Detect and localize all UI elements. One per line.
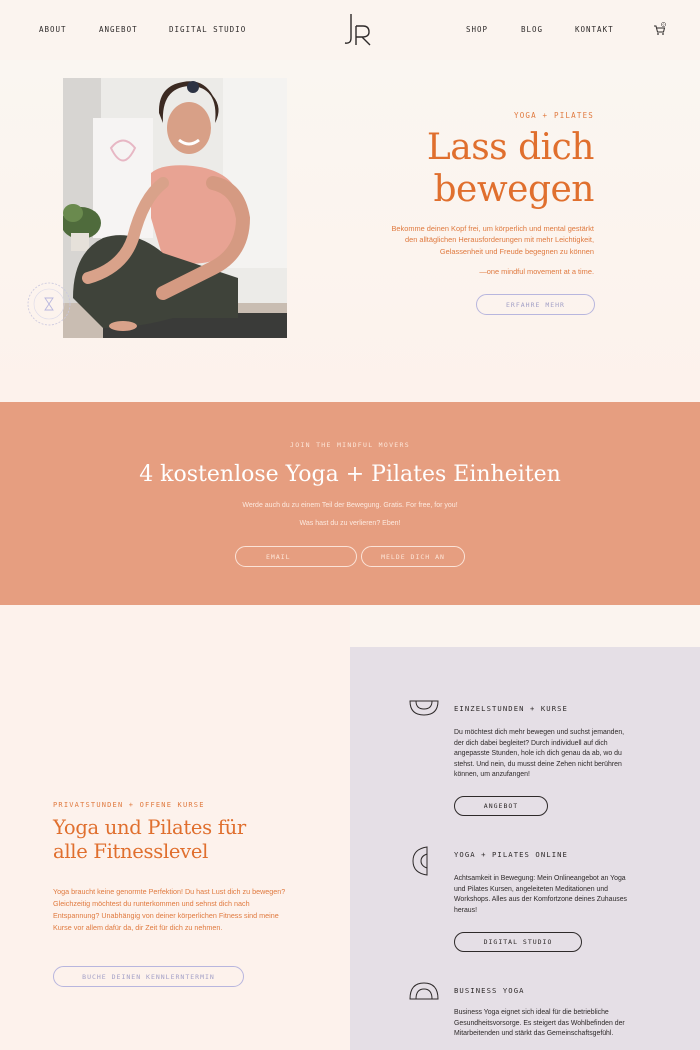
hero-eyebrow: YOGA + PILATES — [513, 111, 594, 120]
intro-text: Yoga braucht keine genormte Perfektion! … — [53, 887, 286, 932]
digital-studio-button[interactable]: DIGITAL STUDIO — [454, 932, 582, 952]
logo[interactable] — [342, 12, 374, 48]
hero-text-line3: Gelassenheit und Freude begegnen zu könn… — [439, 246, 594, 256]
nav-kontakt[interactable]: KONTAKT — [575, 25, 614, 34]
nav-blog[interactable]: BLOG — [521, 25, 543, 34]
book-intro-button[interactable]: BUCHE DEINEN KENNLERNTERMIN — [53, 966, 244, 987]
nav-about[interactable]: ABOUT — [39, 25, 67, 34]
hero-quote: —one mindful movement at a time. — [479, 267, 594, 276]
intro-title-line1: Yoga und Pilates für — [53, 816, 246, 839]
badge-seal-icon — [27, 282, 71, 326]
service-title-2: YOGA + PILATES ONLINE — [454, 850, 568, 859]
hero-title: Lass dich bewegen — [426, 127, 595, 211]
angebot-button[interactable]: ANGEBOT — [454, 796, 548, 816]
hero-text-line1: Bekomme deinen Kopf frei, um körperlich … — [391, 224, 594, 233]
band-title: 4 kostenlose Yoga + Pilates Einheiten — [139, 462, 561, 487]
service-text-2: Achtsamkeit in Bewegung: Mein Onlineange… — [454, 875, 627, 914]
cart-count: 0 — [663, 23, 665, 27]
intro-eyebrow: PRIVATSTUNDEN + OFFENE KURSE — [53, 801, 205, 809]
half-moon-icon — [412, 846, 428, 876]
hero-description: Bekomme deinen Kopf frei, um körperlich … — [344, 223, 594, 257]
half-bowl-icon — [409, 700, 439, 716]
service-title-1: EINZELSTUNDEN + KURSE — [454, 704, 568, 713]
intro-title: Yoga und Pilates für alle Fitnesslevel — [53, 816, 293, 864]
hero-text-line2: den alltäglichen Herausforderungen mit m… — [405, 235, 594, 245]
nav-shop[interactable]: SHOP — [466, 25, 488, 34]
top-navigation: ABOUT ANGEBOT DIGITAL STUDIO SHOP BLOG K… — [0, 0, 700, 60]
hero-title-line1: Lass dich — [426, 127, 595, 168]
band-subtitle: Werde auch du zu einem Teil der Bewegung… — [242, 502, 458, 509]
hero-photo — [63, 78, 287, 338]
band-subtitle-2: Was hast du zu verlieren? Eben! — [299, 520, 401, 527]
woman-photo-illustration — [63, 78, 287, 338]
signup-button[interactable]: MELDE DICH AN — [361, 546, 465, 567]
nav-digital-studio[interactable]: DIGITAL STUDIO — [169, 25, 246, 34]
cart-icon[interactable]: 0 — [653, 22, 667, 36]
service-text-3: Business Yoga eignet sich ideal für die … — [454, 1009, 625, 1037]
nav-angebot[interactable]: ANGEBOT — [99, 25, 138, 34]
hero-title-line2: bewegen — [433, 169, 594, 210]
intro-title-line2: alle Fitnesslevel — [53, 840, 209, 863]
band-eyebrow: JOIN THE MINDFUL MOVERS — [290, 441, 410, 449]
service-text-1: Du möchtest dich mehr bewegen und suchst… — [454, 729, 625, 778]
learn-more-button[interactable]: ERFAHRE MEHR — [476, 294, 595, 315]
arch-icon — [409, 982, 439, 1000]
email-input[interactable] — [235, 546, 357, 567]
service-title-3: BUSINESS YOGA — [454, 986, 525, 995]
